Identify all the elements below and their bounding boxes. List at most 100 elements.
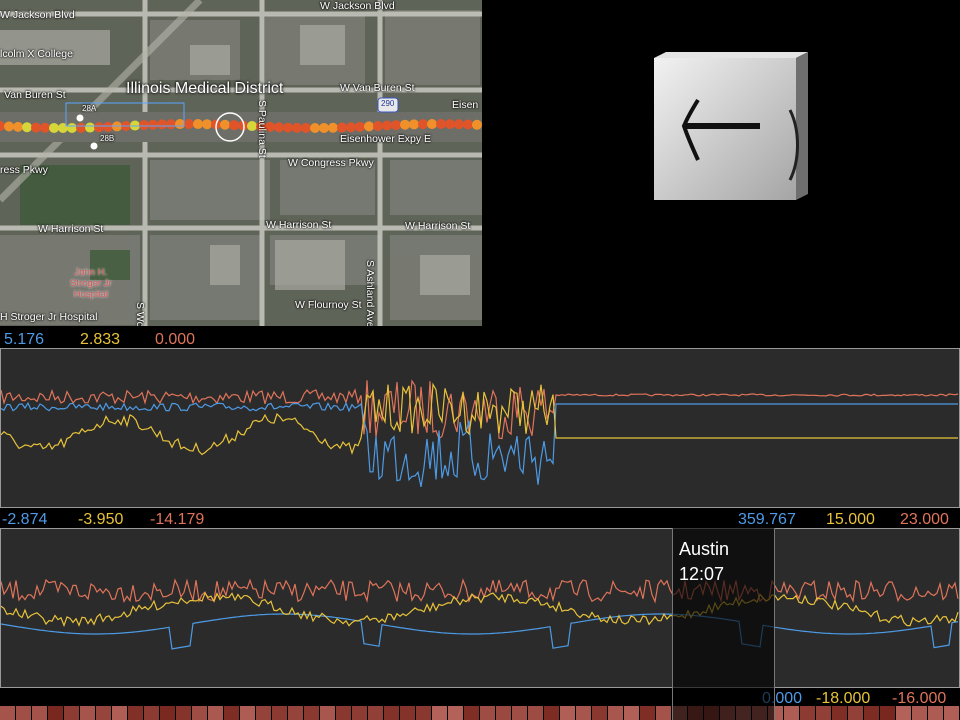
gps-trail-dot	[184, 119, 194, 130]
timeline-segment[interactable]	[624, 706, 639, 720]
timeline-segment[interactable]	[912, 706, 927, 720]
gps-trail-dot	[220, 119, 230, 130]
timeline-segment[interactable]	[288, 706, 303, 720]
timeline-segment[interactable]	[480, 706, 495, 720]
timeline-segment[interactable]	[896, 706, 911, 720]
time-cursor[interactable]: Austin 12:07	[672, 528, 775, 720]
gps-trail-dot	[472, 119, 482, 130]
timeline-segment[interactable]	[64, 706, 79, 720]
timeline-segment[interactable]	[864, 706, 879, 720]
timeline-segment[interactable]	[368, 706, 383, 720]
gps-trail-dot	[139, 120, 149, 131]
timeline-segment[interactable]	[528, 706, 543, 720]
timeline-segment[interactable]	[832, 706, 847, 720]
chart1-min-red: -14.179	[150, 511, 205, 528]
timeline-segment[interactable]	[400, 706, 415, 720]
timeline-segment[interactable]	[272, 706, 287, 720]
timeline-segment[interactable]	[656, 706, 671, 720]
timeline-segment[interactable]	[448, 706, 463, 720]
timeline-strip[interactable]	[0, 706, 960, 720]
timeline-segment[interactable]	[608, 706, 623, 720]
gps-trail-dot	[292, 122, 302, 133]
timeline-segment[interactable]	[416, 706, 431, 720]
timeline-segment[interactable]	[592, 706, 607, 720]
series-yellow	[0, 591, 959, 628]
series-blue	[0, 613, 959, 650]
street-label: Eisen	[452, 99, 479, 111]
street-label: Eisenhower Expy E	[340, 133, 432, 145]
timeline-segment[interactable]	[240, 706, 255, 720]
timeline-segment[interactable]	[0, 706, 15, 720]
street-label: S Wo	[134, 302, 146, 326]
gps-trail-dot	[202, 119, 212, 130]
timeline-segment[interactable]	[784, 706, 799, 720]
gps-trail-dot	[382, 120, 392, 131]
chart1-max-yellow: 2.833	[80, 331, 121, 348]
timeline-segment[interactable]	[816, 706, 831, 720]
street-label: W Harrison St	[266, 219, 332, 231]
timeline-segment[interactable]	[112, 706, 127, 720]
gps-trail-dot	[436, 119, 446, 130]
street-label: S Ashland Ave	[364, 260, 376, 326]
timeline-segment[interactable]	[80, 706, 95, 720]
gps-trail-dot	[4, 121, 14, 132]
timeline-segment[interactable]	[384, 706, 399, 720]
timeline-segment[interactable]	[16, 706, 31, 720]
hospital-label: John H. Stroger Jr Hospital	[70, 267, 112, 300]
chart2-max-blue: 359.767	[738, 511, 796, 528]
timeline-segment[interactable]	[944, 706, 959, 720]
timeline-segment[interactable]	[544, 706, 559, 720]
hospital-line: Stroger Jr	[70, 278, 112, 289]
timeline-segment[interactable]	[560, 706, 575, 720]
chart1-plot	[0, 379, 959, 488]
timeline-segment[interactable]	[464, 706, 479, 720]
timeline-segment[interactable]	[496, 706, 511, 720]
timeline-segment[interactable]	[640, 706, 655, 720]
timeline-segment[interactable]	[96, 706, 111, 720]
timeline-segment[interactable]	[352, 706, 367, 720]
timeline-segment[interactable]	[304, 706, 319, 720]
timeline-segment[interactable]	[512, 706, 527, 720]
gps-trail-dot	[22, 122, 32, 133]
timeline-segment[interactable]	[128, 706, 143, 720]
timeline-segment[interactable]	[144, 706, 159, 720]
gps-trail-dot	[85, 122, 95, 133]
timeline-segment[interactable]	[576, 706, 591, 720]
timeline-segment[interactable]	[800, 706, 815, 720]
gps-trail-dot	[418, 119, 428, 130]
timeline-segment[interactable]	[32, 706, 47, 720]
gps-trail-dot	[409, 119, 419, 130]
hospital-line: Hospital	[73, 289, 109, 300]
gps-trail-dot	[67, 122, 77, 133]
timeline-segment[interactable]	[336, 706, 351, 720]
tooltip-place: Austin	[679, 539, 730, 559]
timeline-segment[interactable]	[848, 706, 863, 720]
exit-label: 28A	[82, 104, 97, 113]
gps-trail-dot	[301, 122, 311, 133]
gps-trail-dot	[283, 122, 293, 133]
timeline-segment[interactable]	[176, 706, 191, 720]
timeline-segment[interactable]	[928, 706, 943, 720]
direction-cube	[650, 50, 812, 209]
street-label: W Flournoy St	[295, 299, 362, 311]
chart2-panel[interactable]	[0, 528, 960, 688]
chart1-panel[interactable]	[0, 348, 960, 508]
satellite-map[interactable]: W Jackson Blvd W Jackson Blvd lcolm X Co…	[0, 0, 482, 326]
timeline-segment[interactable]	[160, 706, 175, 720]
street-label: W Jackson Blvd	[0, 9, 75, 21]
gps-trail-dot	[76, 122, 86, 133]
timeline-segment[interactable]	[192, 706, 207, 720]
gps-trail-dot	[454, 119, 464, 130]
gps-trail-dot	[310, 122, 320, 133]
chart1-min-blue: -2.874	[2, 511, 48, 528]
timeline-segment[interactable]	[256, 706, 271, 720]
timeline-segment[interactable]	[320, 706, 335, 720]
timeline-segment[interactable]	[208, 706, 223, 720]
gps-trail-dot	[166, 119, 176, 130]
timeline-segment[interactable]	[432, 706, 447, 720]
gps-trail-dot	[373, 120, 383, 131]
timeline-segment[interactable]	[224, 706, 239, 720]
chart1-min-yellow: -3.950	[78, 511, 124, 528]
timeline-segment[interactable]	[48, 706, 63, 720]
timeline-segment[interactable]	[880, 706, 895, 720]
